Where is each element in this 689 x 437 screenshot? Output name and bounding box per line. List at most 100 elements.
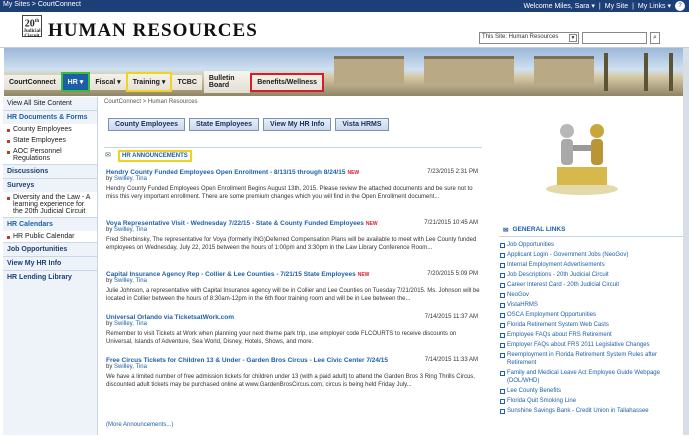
general-link-item[interactable]: Reemployment in Florida Retirement Syste… [499, 350, 685, 368]
palm-tree-shape [644, 53, 648, 91]
announcements-header[interactable]: HR ANNOUNCEMENTS [118, 150, 192, 162]
more-announcements-link[interactable]: (More Announcements...) [106, 422, 173, 428]
chevron-down-icon[interactable]: ▼ [569, 34, 577, 42]
help-icon[interactable]: ? [675, 1, 685, 11]
left-sidebar: View All Site Content HR Documents & For… [3, 97, 98, 435]
puzzle-people-illustration [546, 124, 618, 195]
announcement-body: Remember to visit Tickets at Work when p… [106, 331, 457, 345]
general-link-item[interactable]: OSCA Employment Opportunities [499, 310, 685, 320]
sidebar-hr-documents[interactable]: HR Documents & Forms [3, 110, 97, 124]
view-all-site-content-link[interactable]: View All Site Content [3, 97, 97, 110]
state-employees-button[interactable]: State Employees [189, 118, 260, 131]
by-label: by [106, 364, 113, 370]
announcement-title[interactable]: Universal Orlando via TicketsatWork.com [106, 314, 234, 321]
county-employees-button[interactable]: County Employees [108, 118, 186, 131]
announcements-panel: ✉ HR ANNOUNCEMENTS Hendry County Funded … [104, 147, 482, 437]
main-content: CourtConnect > Human Resources County Em… [100, 97, 490, 435]
nav-training[interactable]: Training ▾ [125, 72, 173, 92]
announcement-title[interactable]: Capital Insurance Agency Rep - Collier &… [106, 271, 356, 278]
general-link-item[interactable]: Florida Quit Smoking Line [499, 396, 685, 406]
my-links-menu[interactable]: My Links ▾ [638, 2, 671, 10]
quick-links: County Employees State Employees View My… [108, 118, 389, 131]
top-bar: My Sites > CourtConnect Welcome Miles, S… [0, 0, 689, 12]
general-links-title[interactable]: GENERAL LINKS [512, 226, 565, 233]
sidebar-item-diversity-survey[interactable]: Diversity and the Law - A learning exper… [3, 192, 97, 217]
nav-benefits-wellness[interactable]: Benefits/Wellness [250, 72, 324, 92]
by-label: by [106, 176, 113, 182]
general-link-item[interactable]: Sunshine Savings Bank - Credit Union in … [499, 406, 685, 416]
general-link-item[interactable]: Career Interest Card - 20th Judicial Cir… [499, 280, 685, 290]
breadcrumb[interactable]: CourtConnect > Human Resources [104, 99, 198, 105]
general-link-item[interactable]: Internal Employment Advertisements [499, 260, 685, 270]
sidebar-hr-calendars[interactable]: HR Calendars [3, 217, 97, 231]
by-label: by [106, 321, 113, 327]
nav-label: CourtConnect [9, 78, 56, 86]
sidebar-discussions[interactable]: Discussions [3, 164, 97, 178]
nav-hr[interactable]: HR ▾ [60, 72, 91, 92]
announcement-date: 7/20/2015 5:09 PM [427, 271, 478, 277]
general-links-list: Job Opportunities Applicant Login - Gover… [499, 240, 685, 416]
building-shape [424, 56, 514, 86]
announcement-title[interactable]: Free Circus Tickets for Children 13 & Un… [106, 357, 388, 364]
new-badge: NEW [347, 170, 360, 176]
general-link-item[interactable]: Job Descriptions - 20th Judicial Circuit [499, 270, 685, 280]
announcement-title[interactable]: Hendry County Funded Employees Open Enro… [106, 169, 345, 176]
search-scope-select[interactable]: This Site: Human Resources ▼ [479, 32, 579, 44]
general-links-header: ✉ GENERAL LINKS [499, 223, 685, 237]
sidebar-item-county-employees[interactable]: County Employees [3, 124, 97, 135]
nav-label: HR [67, 78, 78, 86]
sidebar-view-my-hr-info[interactable]: View My HR Info [3, 256, 97, 270]
view-my-hr-info-button[interactable]: View My HR Info [263, 118, 332, 131]
sidebar-hr-lending-library[interactable]: HR Lending Library [3, 270, 97, 284]
general-link-item[interactable]: Applicant Login - Government Jobs (NeoGo… [499, 250, 685, 260]
my-site-link[interactable]: My Site [605, 3, 628, 10]
general-link-item[interactable]: VistaHRMS [499, 300, 685, 310]
separator: | [632, 2, 634, 10]
author-link[interactable]: Swilley, Tina [114, 227, 147, 233]
by-label: by [106, 227, 113, 233]
chevron-down-icon: ▾ [161, 79, 166, 86]
announcement-body: Fred Sherbinsky, The representative for … [106, 237, 477, 251]
general-link-item[interactable]: Lee County Benefits [499, 386, 685, 396]
author-link[interactable]: Swilley, Tina [114, 321, 147, 327]
chevron-down-icon: ▾ [79, 79, 84, 86]
search-input[interactable] [582, 32, 647, 44]
announcement-item: Capital Insurance Agency Rep - Collier &… [106, 271, 480, 303]
announcement-item: Free Circus Tickets for Children 13 & Un… [106, 357, 480, 389]
sidebar-item-state-employees[interactable]: State Employees [3, 135, 97, 146]
sidebar-item-hr-public-calendar[interactable]: HR Public Calendar [3, 231, 97, 242]
announcement-item: Voya Representative Visit - Wednesday 7/… [106, 220, 480, 252]
building-shape [534, 56, 594, 86]
general-link-item[interactable]: Employee FAQs about FRS Retirement [499, 330, 685, 340]
new-badge: NEW [365, 221, 378, 227]
palm-tree-shape [604, 53, 608, 91]
nav-bulletin-board[interactable]: Bulletin Board [203, 71, 251, 93]
vista-hrms-button[interactable]: Vista HRMS [335, 118, 389, 131]
sidebar-job-opportunities[interactable]: Job Opportunities [3, 242, 97, 256]
nav-tcbc[interactable]: TCBC [172, 74, 202, 90]
announcement-title[interactable]: Voya Representative Visit - Wednesday 7/… [106, 220, 364, 227]
author-link[interactable]: Swilley, Tina [114, 278, 147, 284]
author-link[interactable]: Swilley, Tina [114, 176, 147, 182]
by-label: by [106, 278, 113, 284]
circuit-logo: 20th Judicial Circuit [22, 15, 42, 39]
general-link-item[interactable]: NeoGov [499, 290, 685, 300]
welcome-menu[interactable]: Welcome Miles, Sara ▾ [523, 2, 594, 10]
page-title: Human Resources [48, 20, 258, 41]
general-link-item[interactable]: Florida Retirement System Web Casts [499, 320, 685, 330]
search-icon[interactable]: ⌕ [650, 32, 660, 44]
general-link-item[interactable]: Employer FAQs about FRS 2011 Legislative… [499, 340, 685, 350]
search-scope-value: This Site: Human Resources [482, 34, 559, 40]
nav-fiscal[interactable]: Fiscal ▾ [90, 74, 126, 90]
scrollbar[interactable] [683, 48, 689, 435]
nav-label: TCBC [177, 78, 197, 86]
author-link[interactable]: Swilley, Tina [114, 364, 147, 370]
nav-courtconnect[interactable]: CourtConnect [4, 74, 61, 90]
site-breadcrumb[interactable]: My Sites > CourtConnect [3, 1, 81, 8]
sidebar-surveys[interactable]: Surveys [3, 178, 97, 192]
general-link-item[interactable]: Job Opportunities [499, 240, 685, 250]
general-link-item[interactable]: Family and Medical Leave Act Employee Gu… [499, 368, 685, 386]
separator: | [598, 2, 601, 10]
building-shape [334, 56, 404, 86]
sidebar-item-aoc-regulations[interactable]: AOC Personnel Regulations [3, 146, 97, 164]
